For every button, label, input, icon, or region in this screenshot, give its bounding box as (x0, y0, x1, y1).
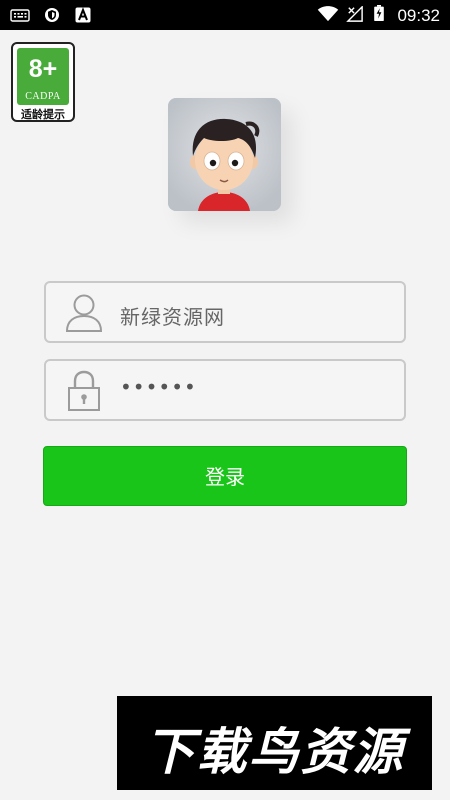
avatar (168, 98, 281, 211)
avatar-cartoon-boy-image (168, 98, 281, 211)
shield-icon (45, 8, 59, 22)
keyboard-icon (10, 9, 30, 22)
age-rating-value: 8+ (28, 55, 58, 83)
a-notification-icon (75, 7, 91, 23)
age-rating-badge: 8+ CADPA 适龄提示 (11, 42, 75, 122)
lock-icon (68, 370, 100, 411)
username-input[interactable]: 新绿资源网 (120, 301, 225, 330)
wifi-icon (317, 6, 339, 22)
battery-charging-icon (374, 5, 384, 21)
age-rating-green-panel: 8+ CADPA (17, 48, 69, 105)
age-rating-tip: 适龄提示 (21, 108, 65, 121)
username-field[interactable]: 新绿资源网 (44, 281, 406, 343)
password-field[interactable]: •••••• (44, 359, 406, 421)
watermark-banner: 下载鸟资源 (117, 696, 432, 790)
age-rating-org: CADPA (25, 91, 61, 102)
no-signal-icon (346, 6, 363, 22)
status-bar: 09:32 (0, 0, 450, 30)
watermark-text: 下载鸟资源 (144, 723, 405, 781)
user-icon (65, 294, 103, 332)
status-time: 09:32 (397, 6, 440, 25)
login-button[interactable]: 登录 (43, 446, 407, 506)
password-input[interactable]: •••••• (120, 375, 197, 399)
